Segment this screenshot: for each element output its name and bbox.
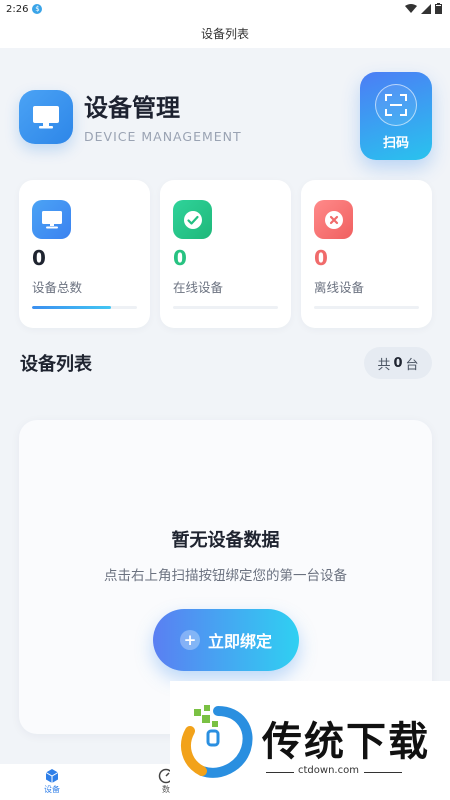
stat-card-online: 0 在线设备 xyxy=(160,180,291,328)
tab-data-label: 数 xyxy=(162,785,170,794)
stat-value-online: 0 xyxy=(173,246,187,270)
tab-devices-label: 设备 xyxy=(44,785,60,794)
monitor-icon xyxy=(32,200,71,239)
empty-description: 点击右上角扫描按钮绑定您的第一台设备 xyxy=(104,568,347,584)
watermark-divider-left xyxy=(266,772,294,773)
status-icons xyxy=(405,3,442,14)
x-circle-icon xyxy=(314,200,353,239)
watermark-divider-right xyxy=(364,772,402,773)
stat-card-offline: 0 离线设备 xyxy=(301,180,432,328)
scan-button[interactable]: 扫码 xyxy=(360,72,432,160)
count-prefix: 共 xyxy=(377,357,391,373)
signal-icon xyxy=(421,3,431,14)
page-header: 设备管理 DEVICE MANAGEMENT 扫码 xyxy=(0,48,450,178)
check-circle-icon xyxy=(173,200,212,239)
notification-icon: $ xyxy=(32,4,43,14)
stat-progress-online xyxy=(173,306,278,309)
bind-now-button[interactable]: + 立即绑定 xyxy=(153,609,299,671)
tab-devices[interactable]: 设备 xyxy=(44,768,60,795)
stat-progress-offline xyxy=(314,306,419,309)
watermark-name: 传统下载 xyxy=(262,719,430,765)
stat-label-online: 在线设备 xyxy=(173,280,224,295)
battery-icon xyxy=(435,3,442,14)
cube-icon xyxy=(45,769,59,783)
count-suffix: 台 xyxy=(405,357,419,373)
stat-progress-total xyxy=(32,306,137,309)
wifi-icon xyxy=(405,3,417,13)
scan-icon xyxy=(375,84,417,126)
page-subtitle: DEVICE MANAGEMENT xyxy=(84,129,242,144)
stat-card-total: 0 设备总数 xyxy=(19,180,150,328)
stat-label-total: 设备总数 xyxy=(32,280,83,295)
app-title-bar: 设备列表 xyxy=(0,18,450,48)
count-value: 0 xyxy=(393,355,403,371)
stats-row: 0 设备总数 0 在线设备 0 离线设备 xyxy=(19,180,432,328)
watermark-logo-icon xyxy=(181,705,253,778)
watermark: 传统下载 ctdown.com xyxy=(170,681,450,800)
stat-value-total: 0 xyxy=(32,246,46,270)
scan-label: 扫码 xyxy=(382,136,409,151)
device-management-icon xyxy=(19,90,73,144)
status-time: 2:26 xyxy=(6,3,29,15)
plus-icon: + xyxy=(179,630,200,650)
watermark-url: ctdown.com xyxy=(298,765,359,776)
stat-value-offline: 0 xyxy=(314,246,328,270)
stat-label-offline: 离线设备 xyxy=(314,280,365,295)
app-title: 设备列表 xyxy=(200,26,249,41)
empty-title: 暂无设备数据 xyxy=(171,530,280,551)
bind-now-label: 立即绑定 xyxy=(207,632,272,651)
section-title: 设备列表 xyxy=(20,354,92,375)
page-title: 设备管理 xyxy=(84,94,180,122)
device-count-badge: 共 0 台 xyxy=(364,347,432,379)
status-bar: 2:26 $ xyxy=(0,0,450,18)
